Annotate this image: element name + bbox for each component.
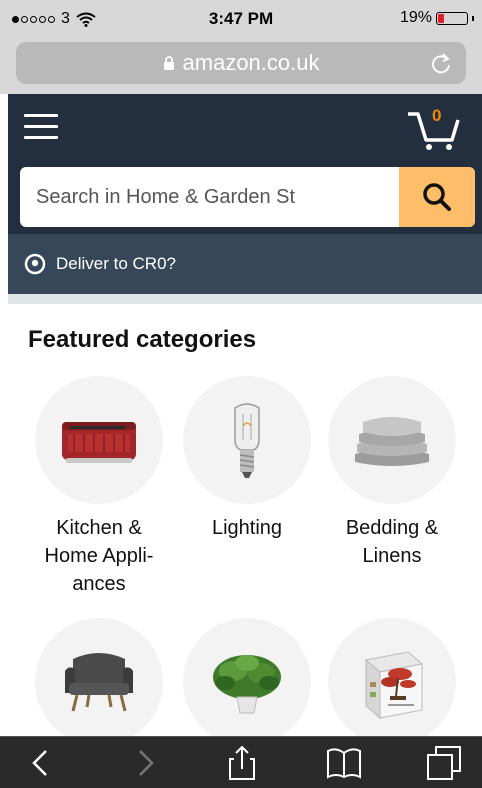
plant-image <box>183 618 311 736</box>
category-label: Kitchen & Home Appli- ances <box>44 517 154 595</box>
light-bulb-image <box>183 376 311 504</box>
cart-count: 0 <box>432 106 442 125</box>
location-pin-icon <box>24 253 46 275</box>
pillows-image <box>328 376 456 504</box>
category-armchair[interactable] <box>29 618 169 736</box>
category-lighting[interactable]: Lighting <box>177 376 317 542</box>
battery-percent: 19% <box>399 9 432 26</box>
category-bedding[interactable]: Bedding & Linens <box>322 376 462 570</box>
search-input[interactable] <box>20 167 400 227</box>
battery-fill <box>438 13 444 23</box>
reload-icon[interactable] <box>430 51 452 75</box>
section-title: Featured categories <box>28 326 257 353</box>
deliver-label: Deliver to CR0? <box>56 254 176 273</box>
amazon-header: 0 Deliver to CR0? <box>8 94 482 294</box>
category-label: Lighting <box>211 517 283 539</box>
tabs-icon[interactable] <box>424 745 464 781</box>
category-plant[interactable] <box>177 618 317 736</box>
bonsai-kit-image <box>328 618 456 736</box>
deliver-to-row[interactable]: Deliver to CR0? <box>8 234 482 294</box>
category-bonsai[interactable] <box>322 618 462 736</box>
toaster-image <box>35 376 163 504</box>
url-field[interactable]: amazon.co.uk <box>16 42 466 84</box>
share-icon[interactable] <box>222 745 262 781</box>
browser-toolbar <box>0 736 482 788</box>
url-text: amazon.co.uk <box>182 50 320 75</box>
status-bar: 3 3:47 PM 19% <box>0 0 482 36</box>
featured-categories-section: Featured categories Kitchen & Home Appli… <box>8 304 482 736</box>
hamburger-menu-icon[interactable] <box>24 114 58 142</box>
category-label: Bedding & Linens <box>345 517 439 567</box>
search-icon <box>423 183 451 211</box>
lock-icon <box>163 55 174 70</box>
cart-button[interactable]: 0 <box>406 106 462 152</box>
browser-bar: amazon.co.uk <box>0 36 482 94</box>
battery-icon <box>436 11 468 25</box>
status-right: 19% <box>400 9 474 27</box>
search-button[interactable] <box>399 167 475 227</box>
search-bar <box>20 167 475 227</box>
bookmarks-icon[interactable] <box>324 745 364 781</box>
section-divider <box>8 294 482 304</box>
category-kitchen[interactable]: Kitchen & Home Appli- ances <box>29 376 169 598</box>
armchair-image <box>35 618 163 736</box>
forward-chevron-icon[interactable] <box>124 745 164 781</box>
battery-cap <box>472 15 474 21</box>
back-chevron-icon[interactable] <box>22 745 62 781</box>
